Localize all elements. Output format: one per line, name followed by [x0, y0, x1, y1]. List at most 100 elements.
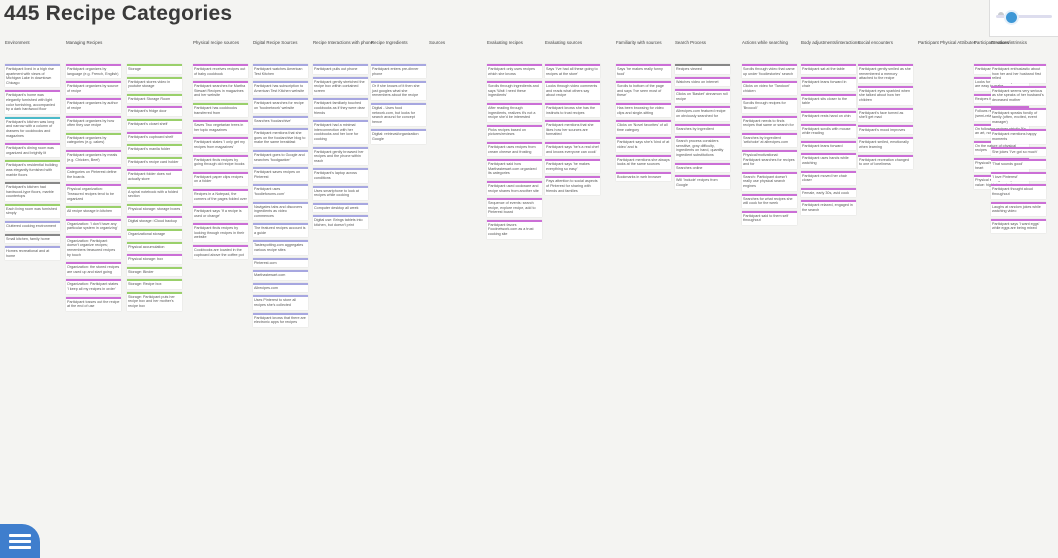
sticky-note[interactable]: Physical storage: storage boxes [127, 203, 182, 214]
sticky-note[interactable]: Participant mentions she always looks at… [616, 154, 671, 169]
sticky-note[interactable]: Or if she knows of it then she just goog… [371, 81, 426, 100]
sticky-note[interactable]: Cookbooks are located in the cupboard ab… [193, 245, 248, 260]
sticky-note[interactable]: Organization: Participant doesn't organi… [66, 235, 121, 260]
sticky-note[interactable]: Participant enters pre-dinner phone [371, 64, 426, 79]
sticky-note[interactable]: Physical storage: box [127, 254, 182, 264]
sticky-note[interactable]: Participant sat at the table [801, 64, 856, 74]
column-header[interactable]: Evaluating sources [545, 40, 582, 45]
sticky-note[interactable]: Organization: 'I don't have any particul… [66, 218, 121, 233]
sticky-note[interactable]: Allrecipes.com [253, 282, 308, 293]
sticky-note[interactable]: Pays attention to social aspects of Pint… [545, 176, 600, 196]
sticky-note[interactable]: Clicks on 'Basket' cinnamon roll recipe [675, 89, 730, 104]
sticky-note[interactable]: Searches by ingredient 'artichoke' at al… [742, 132, 797, 147]
column-header[interactable]: Body adjustments/interactions [801, 40, 860, 45]
sticky-note[interactable]: Female, early 30s, avid cook [801, 187, 856, 198]
sticky-note[interactable]: Participant's face turned as she'll get … [858, 107, 913, 122]
sticky-note[interactable]: Participant mentions that she likes how … [545, 120, 600, 139]
sticky-note[interactable]: Participant says 'he's a real chef and k… [545, 141, 600, 157]
sticky-note[interactable]: Participant finds recipes by going throu… [193, 154, 248, 169]
sticky-note[interactable]: Has been browsing for video clips and si… [616, 102, 671, 118]
column-header[interactable]: Participant Physical Attributes [918, 40, 976, 45]
sticky-note[interactable]: Says 'he makes really funny food' [616, 64, 671, 79]
sticky-note[interactable]: Participant organizes by language (e.g. … [66, 64, 121, 79]
sticky-note[interactable]: Participant relaxed, engaged in the sear… [801, 200, 856, 215]
sticky-note[interactable]: Small kitchen, family home [5, 233, 60, 244]
sticky-note[interactable]: Participant's laptop across conditions [313, 168, 368, 183]
sticky-note[interactable]: Marthastewart.com [253, 270, 308, 280]
sticky-note[interactable]: Storage: Participant puts her recipe box… [127, 291, 182, 311]
sticky-note[interactable]: Searches online [675, 162, 730, 173]
sticky-note[interactable]: Searches for what recipes she will cook … [742, 193, 797, 208]
sticky-note[interactable]: Organizational storage [127, 228, 182, 239]
sticky-note[interactable]: Participant scrolls with mouse while rea… [801, 123, 856, 138]
sticky-note[interactable]: Participant knows she has the instincts … [545, 102, 600, 118]
sticky-note[interactable]: Participant's kitchen had hardwood-type … [5, 182, 60, 201]
sticky-note[interactable]: Participant organizes by meals (e.g. Chi… [66, 149, 121, 165]
sticky-note[interactable]: Participant needs to finds recipes that … [742, 115, 797, 130]
sticky-note[interactable]: Participant receives recipes out of baby… [193, 64, 248, 79]
sticky-note[interactable]: Storage: Recipe box [127, 279, 182, 289]
sticky-note[interactable]: Participant pulls out phone [313, 64, 368, 74]
sticky-note[interactable]: Participant's fridge door [127, 106, 182, 116]
sticky-note[interactable]: Participant gently browsed her recipes a… [313, 146, 368, 166]
sticky-board[interactable]: Environment Participant lived in a high r… [0, 34, 1058, 558]
sticky-note[interactable]: Participant's mood improves [858, 124, 913, 135]
sticky-note[interactable]: Digital - Uses food network.com, but loo… [371, 102, 426, 127]
sticky-note[interactable]: Participant moved her chair closer [801, 170, 856, 185]
sticky-note[interactable]: Participant searches for Martha Stewart … [193, 81, 248, 100]
column-header[interactable]: Familiarity with sources [616, 40, 662, 45]
sticky-note[interactable]: Physical/motivational: Participant searc… [742, 149, 797, 169]
sticky-note[interactable]: Participant's dining room was organized … [5, 143, 60, 158]
sticky-note[interactable]: Participant gently stretched the recipe … [313, 76, 368, 96]
sticky-note[interactable]: Participant saves recipes on Pinterest [253, 167, 308, 182]
sticky-note[interactable]: Participant organizes by how often they … [66, 115, 121, 130]
sticky-note[interactable]: Participant finds recipes by looking thr… [193, 223, 248, 243]
sticky-note[interactable]: Participant goes to Google and searches … [253, 149, 308, 165]
sticky-note[interactable]: After reading through ingredients, reali… [487, 102, 542, 122]
sticky-note[interactable]: Participant only uses recipes which she … [487, 64, 542, 79]
sticky-note[interactable]: Participant mentions that she goes on th… [253, 128, 308, 147]
sticky-note[interactable]: Participant favors Foodnetwork.com as a … [487, 219, 542, 239]
sticky-note[interactable]: Participant said to them self throughout [742, 210, 797, 225]
sticky-note[interactable]: Participant used cookware and recipe sha… [487, 180, 542, 196]
sticky-note[interactable]: Participant speaks fondly of family (oft… [991, 107, 1046, 127]
column-header[interactable]: Digital Recipe Sources [253, 40, 297, 45]
sticky-note[interactable]: Each living room was furnished simply [5, 203, 60, 219]
sticky-note[interactable]: Participant's kitchen was long and narro… [5, 116, 60, 141]
column-header[interactable]: Actions while searching [742, 40, 788, 45]
sticky-note[interactable]: Participant says 'I want eggs' while egg… [991, 218, 1046, 233]
sticky-note[interactable]: Pinterest.com [253, 257, 308, 268]
sticky-note[interactable]: Says 'I've had all these going to recipe… [545, 64, 600, 79]
sticky-note[interactable]: Storage: Binder [127, 266, 182, 277]
sticky-note[interactable]: Participant's manila folder [127, 144, 182, 154]
sticky-note[interactable]: Search: Participant doesn't really use p… [742, 171, 797, 191]
column-header[interactable]: Recipe Interactions with phone [313, 40, 373, 45]
zoom-slider-handle[interactable] [1004, 10, 1019, 25]
sticky-note[interactable]: Allrecipes.com featured recipe on obviou… [675, 106, 730, 121]
sticky-note[interactable]: Laughs at random jokes while watching vi… [991, 201, 1046, 216]
sticky-note[interactable]: Participant recreation changed to one of… [858, 154, 913, 169]
sticky-note[interactable]: Participant thought aloud throughout [991, 184, 1046, 199]
sticky-note[interactable]: Organization: Participant states 'I keep… [66, 279, 121, 294]
sticky-note[interactable]: Participant said how Marthastewart.com o… [487, 159, 542, 178]
sticky-note[interactable]: Participant states 'I only get my recipe… [193, 137, 248, 152]
sticky-note[interactable]: Clicks on 'Novel favorites' of all time … [616, 120, 671, 135]
column-header[interactable]: Environment [5, 40, 30, 45]
sticky-note[interactable]: Participant familiarly touched cookbooks… [313, 98, 368, 118]
sticky-note[interactable]: Participant leans forward in chair [801, 76, 856, 91]
menu-button[interactable] [0, 524, 40, 558]
sticky-note[interactable]: Cluttered cooking environment [5, 221, 60, 231]
sticky-note[interactable]: Search process considers sensitive, gray… [675, 136, 730, 160]
sticky-note[interactable]: 'I love Pinterest' [991, 171, 1046, 182]
sticky-note[interactable]: Participant's residential building was e… [5, 160, 60, 180]
sticky-note[interactable]: Digital storage: iCloud backup [127, 216, 182, 226]
sticky-note[interactable]: Searches 'foodarchive' [253, 115, 308, 126]
sticky-note[interactable]: Participant folder does not actually sto… [127, 169, 182, 184]
column-header[interactable]: Emotions [991, 40, 1009, 45]
sticky-note[interactable]: Physical accumulation [127, 241, 182, 252]
sticky-note[interactable]: A spiral notebook with a folded section [127, 186, 182, 201]
column-header[interactable]: Evaluating recipes [487, 40, 523, 45]
sticky-note[interactable]: Participant organizes by categories (e.g… [66, 132, 121, 147]
sticky-note[interactable]: She jokes 'I've got so much' [991, 146, 1046, 157]
sticky-note[interactable]: Will 'Include' recipes from Google [675, 175, 730, 190]
